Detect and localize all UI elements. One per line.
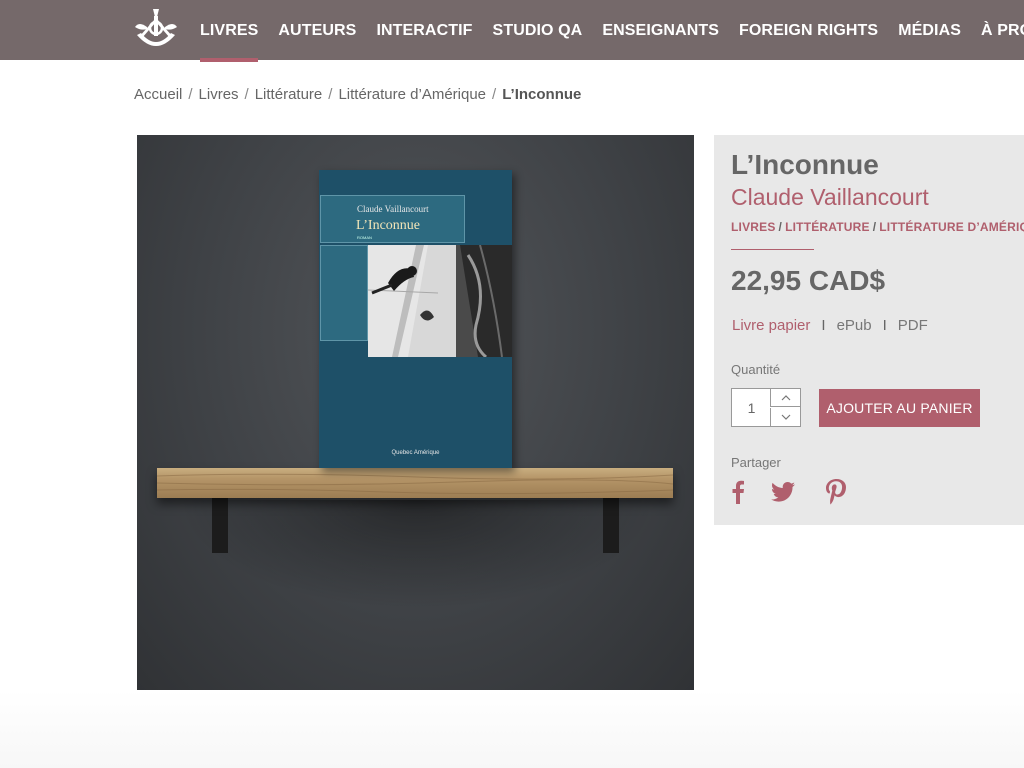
quantity-decrement-button[interactable] [770, 408, 800, 426]
nav-item-a-propos[interactable]: À PROPOS [971, 0, 1024, 60]
category-litterature[interactable]: LITTÉRATURE [785, 220, 870, 234]
breadcrumb-litterature[interactable]: Littérature [255, 86, 323, 103]
wooden-shelf [157, 468, 673, 498]
chevron-up-icon [781, 394, 790, 400]
share-twitter-button[interactable] [771, 479, 795, 505]
product-price: 22,95 CAD$ [731, 265, 886, 296]
share-pinterest-button[interactable] [826, 479, 846, 505]
breadcrumb-separator: / [328, 86, 333, 103]
breadcrumb-livres[interactable]: Livres [199, 86, 239, 103]
breadcrumb-litterature-amerique[interactable]: Littérature d’Amérique [338, 86, 486, 103]
breadcrumb: Accueil / Livres / Littérature / Littéra… [134, 86, 581, 103]
nav-item-enseignants[interactable]: ENSEIGNANTS [592, 0, 729, 60]
chevron-down-icon [781, 414, 790, 420]
breadcrumb-separator: / [244, 86, 249, 103]
book-cover: Claude Vaillancourt L’Inconnue ROMAN Que… [319, 170, 512, 468]
product-author-link[interactable]: Claude Vaillancourt [731, 184, 929, 211]
format-pdf[interactable]: PDF [898, 317, 928, 334]
category-separator: / [778, 220, 783, 234]
nav-item-auteurs[interactable]: AUTEURS [268, 0, 366, 60]
shelf-bracket-left [212, 498, 228, 553]
pinterest-icon [826, 479, 846, 505]
category-livres[interactable]: LIVRES [731, 220, 776, 234]
nav-item-livres[interactable]: LIVRES [190, 0, 268, 62]
product-image[interactable]: Claude Vaillancourt L’Inconnue ROMAN Que… [137, 135, 694, 692]
cover-genre: ROMAN [357, 235, 372, 240]
format-separator: I [882, 317, 887, 334]
format-separator: I [821, 317, 826, 334]
nav-item-studio-qa[interactable]: STUDIO QA [483, 0, 593, 60]
shelf-bracket-right [603, 498, 619, 553]
quantity-increment-button[interactable] [770, 389, 800, 407]
cover-publisher: Quebec Amérique [391, 450, 440, 456]
product-details-panel: L’Inconnue Claude Vaillancourt LIVRES / LI… [714, 135, 1024, 525]
breadcrumb-separator: / [188, 86, 193, 103]
cover-author: Claude Vaillancourt [357, 204, 429, 214]
cover-title: L’Inconnue [356, 218, 421, 233]
cover-photo [368, 245, 512, 357]
product-title: L’Inconnue [731, 149, 879, 180]
breadcrumb-current: L’Inconnue [502, 86, 582, 103]
sextant-logo-icon[interactable] [133, 7, 179, 51]
category-separator: / [872, 220, 877, 234]
footer-fade [0, 690, 1024, 768]
nav-item-interactif[interactable]: INTERACTIF [366, 0, 482, 60]
format-epub[interactable]: ePub [837, 317, 872, 334]
category-litterature-amerique[interactable]: LITTÉRATURE D’AMÉRIQUE [879, 220, 1024, 234]
shelf-shadow [177, 500, 657, 610]
share-label: Partager [731, 455, 781, 470]
add-to-cart-button[interactable]: AJOUTER AU PANIER [819, 389, 980, 427]
nav-item-foreign-rights[interactable]: FOREIGN RIGHTS [729, 0, 888, 60]
product-categories: LIVRES/LITTÉRATURE/LITTÉRATURE D’AMÉRIQU… [731, 220, 1024, 234]
share-facebook-button[interactable] [731, 479, 745, 505]
main-nav: LIVRES AUTEURS INTERACTIF STUDIO QA ENSE… [190, 0, 1024, 62]
cover-panel [320, 245, 368, 341]
facebook-icon [732, 480, 744, 504]
quantity-label: Quantité [731, 362, 781, 377]
nav-item-medias[interactable]: MÉDIAS [888, 0, 971, 60]
breadcrumb-separator: / [492, 86, 497, 103]
quantity-input[interactable] [732, 389, 771, 426]
quantity-stepper [731, 388, 801, 427]
twitter-icon [771, 482, 795, 502]
format-livre-papier[interactable]: Livre papier [732, 317, 810, 334]
breadcrumb-accueil[interactable]: Accueil [134, 86, 182, 103]
format-selector: Livre papier I ePub I PDF [732, 317, 928, 334]
top-navigation-bar: LIVRES AUTEURS INTERACTIF STUDIO QA ENSE… [0, 0, 1024, 62]
accent-divider [731, 249, 814, 250]
